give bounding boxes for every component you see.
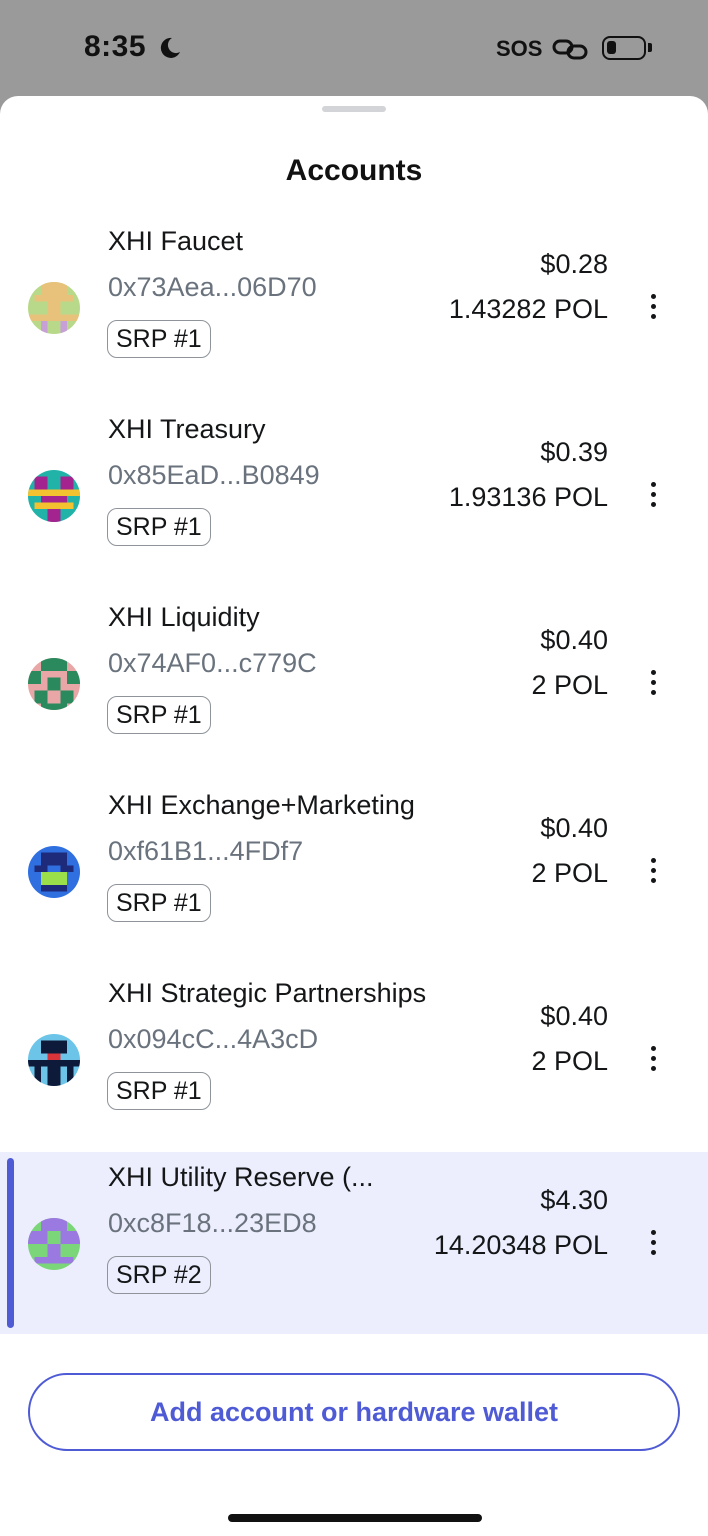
more-options-icon[interactable] bbox=[640, 1038, 666, 1078]
sos-indicator: SOS bbox=[496, 36, 543, 61]
account-token-balance: 2 POL bbox=[531, 1046, 608, 1076]
moon-icon bbox=[160, 37, 180, 58]
account-avatar bbox=[28, 1218, 80, 1270]
account-row[interactable]: XHI Treasury 0x85EaD...B0849 SRP #1 $0.3… bbox=[0, 404, 708, 586]
account-token-balance: 1.93136 POL bbox=[448, 482, 608, 512]
account-fiat-balance: $0.40 bbox=[540, 625, 608, 655]
account-row[interactable]: XHI Strategic Partnerships 0x094cC...4A3… bbox=[0, 968, 708, 1150]
more-options-icon[interactable] bbox=[640, 1222, 666, 1262]
account-avatar bbox=[28, 846, 80, 898]
account-avatar bbox=[28, 1034, 80, 1086]
account-name: XHI Strategic Partnerships bbox=[108, 978, 427, 1008]
account-address: 0xf61B1...4FDf7 bbox=[108, 836, 304, 866]
account-address: 0x094cC...4A3cD bbox=[108, 1024, 319, 1054]
battery-cap bbox=[648, 43, 652, 52]
more-options-icon[interactable] bbox=[640, 662, 666, 702]
srp-badge: SRP #1 bbox=[107, 884, 211, 922]
status-time: 8:35 bbox=[84, 30, 147, 63]
sheet-grabber[interactable] bbox=[322, 106, 386, 112]
account-avatar bbox=[28, 282, 80, 334]
account-name: XHI Faucet bbox=[108, 226, 244, 256]
account-row[interactable]: XHI Liquidity 0x74AF0...c779C SRP #1 $0.… bbox=[0, 592, 708, 774]
more-options-icon[interactable] bbox=[640, 286, 666, 326]
account-name: XHI Exchange+Marketing bbox=[108, 790, 415, 820]
account-avatar bbox=[28, 658, 80, 710]
account-name: XHI Liquidity bbox=[108, 602, 260, 632]
account-fiat-balance: $0.40 bbox=[540, 1001, 608, 1031]
status-bar: 8:35 SOS bbox=[0, 0, 708, 96]
srp-badge: SRP #1 bbox=[107, 320, 211, 358]
account-row[interactable]: XHI Faucet 0x73Aea...06D70 SRP #1 $0.28 … bbox=[0, 216, 708, 398]
account-fiat-balance: $4.30 bbox=[540, 1185, 608, 1215]
srp-badge: SRP #1 bbox=[107, 508, 211, 546]
add-account-button[interactable]: Add account or hardware wallet bbox=[28, 1373, 680, 1451]
account-token-balance: 2 POL bbox=[531, 858, 608, 888]
link-icon bbox=[552, 39, 588, 60]
account-fiat-balance: $0.40 bbox=[540, 813, 608, 843]
more-options-icon[interactable] bbox=[640, 474, 666, 514]
account-fiat-balance: $0.39 bbox=[540, 437, 608, 467]
home-indicator[interactable] bbox=[228, 1514, 482, 1522]
account-token-balance: 2 POL bbox=[531, 670, 608, 700]
account-avatar bbox=[28, 470, 80, 522]
accounts-sheet: Accounts XHI Faucet 0x73Aea...06D70 SRP … bbox=[0, 96, 708, 1536]
account-address: 0x74AF0...c779C bbox=[108, 648, 317, 678]
account-address: 0x73Aea...06D70 bbox=[108, 272, 317, 302]
selected-indicator bbox=[7, 1158, 14, 1328]
srp-badge: SRP #1 bbox=[107, 696, 211, 734]
srp-badge: SRP #1 bbox=[107, 1072, 211, 1110]
account-name: XHI Utility Reserve (... bbox=[108, 1162, 374, 1192]
account-token-balance: 1.43282 POL bbox=[448, 294, 608, 324]
srp-badge: SRP #2 bbox=[107, 1256, 211, 1294]
account-row-selected[interactable]: XHI Utility Reserve (... 0xc8F18...23ED8… bbox=[0, 1152, 708, 1334]
sheet-title: Accounts bbox=[285, 154, 423, 187]
more-options-icon[interactable] bbox=[640, 850, 666, 890]
battery-icon bbox=[602, 36, 646, 60]
account-address: 0x85EaD...B0849 bbox=[108, 460, 320, 490]
account-name: XHI Treasury bbox=[108, 414, 266, 444]
account-fiat-balance: $0.28 bbox=[540, 249, 608, 279]
account-address: 0xc8F18...23ED8 bbox=[108, 1208, 317, 1238]
account-token-balance: 14.20348 POL bbox=[433, 1230, 608, 1260]
account-row[interactable]: XHI Exchange+Marketing 0xf61B1...4FDf7 S… bbox=[0, 780, 708, 962]
